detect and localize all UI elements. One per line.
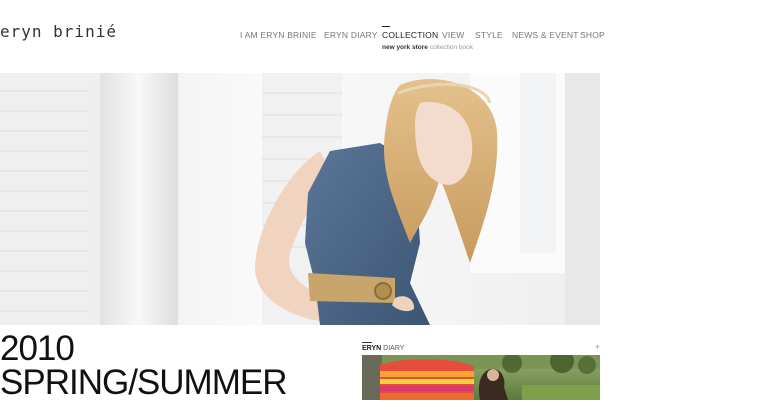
hero-photo: [0, 73, 600, 325]
nav-item-news-event[interactable]: NEWS & EVENT: [512, 30, 579, 40]
nav-item-eryn-diary[interactable]: ERYN DIARY: [324, 30, 378, 40]
subnav-item-new-york-store[interactable]: new york store: [382, 44, 428, 51]
diary-label[interactable]: ERYN DIARY: [362, 345, 404, 352]
season-title: 2010 SPRING/SUMMER: [0, 329, 287, 402]
diary-photo[interactable]: [362, 355, 600, 400]
nav-item-shop[interactable]: SHOP: [580, 30, 605, 40]
season-year: 2010: [0, 329, 75, 368]
nav-item-style[interactable]: STYLE: [475, 30, 503, 40]
subnav-item-collection-book[interactable]: collection book: [430, 44, 473, 51]
nav-item-view[interactable]: VIEW: [442, 30, 465, 40]
diary-label-text: DIARY: [381, 345, 405, 352]
diary-label-brand: ERYN: [362, 345, 382, 352]
brand-logo[interactable]: eryn brinié: [0, 22, 117, 41]
diary-header: ERYN DIARY +: [362, 342, 600, 354]
season-name: SPRING/SUMMER: [0, 363, 287, 402]
nav-item-collection[interactable]: COLLECTION: [382, 26, 438, 40]
plus-icon[interactable]: +: [595, 342, 600, 352]
nav-item-i-am-eryn-brinie[interactable]: I AM ERYN BRINIE: [240, 30, 317, 40]
